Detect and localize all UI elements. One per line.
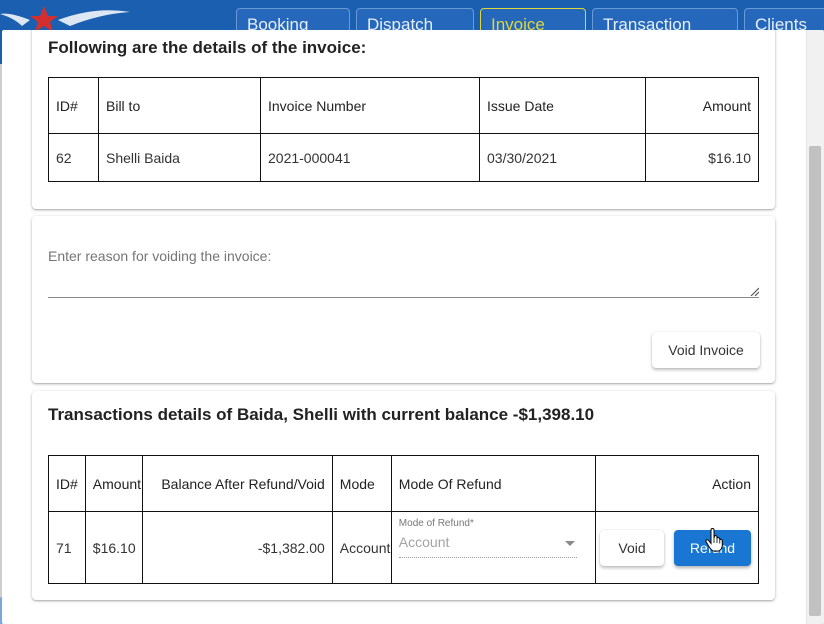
table-header-row: ID# Amount Balance After Refund/Void Mod…: [48, 455, 760, 512]
scrollbar[interactable]: [806, 30, 824, 624]
cell-bill-to: Shelli Baida: [98, 133, 261, 182]
transactions-card: Transactions details of Baida, Shelli wi…: [32, 391, 775, 600]
mode-of-refund-select[interactable]: Mode of Refund* Account: [390, 511, 596, 584]
scrollbar-thumb[interactable]: [809, 146, 821, 616]
column-header-balance-after: Balance After Refund/Void: [141, 455, 333, 512]
void-reason-card: Enter reason for voiding the invoice: Vo…: [32, 216, 775, 383]
invoice-details-card: Following are the details of the invoice…: [32, 30, 775, 209]
cell-id: 71: [48, 511, 86, 584]
cell-amount: $16.10: [645, 133, 759, 182]
column-header-issue-date: Issue Date: [479, 77, 646, 134]
table-header-row: ID# Bill to Invoice Number Issue Date Am…: [48, 77, 759, 134]
invoice-table: ID# Bill to Invoice Number Issue Date Am…: [48, 77, 759, 182]
void-invoice-button[interactable]: Void Invoice: [652, 332, 760, 368]
invoice-details-heading: Following are the details of the invoice…: [48, 38, 367, 57]
column-header-bill-to: Bill to: [98, 77, 261, 134]
select-underline: [398, 557, 577, 558]
column-header-amount: Amount: [645, 77, 759, 134]
column-header-mode: Mode: [331, 455, 392, 512]
input-underline: [48, 297, 759, 298]
table-row: 62 Shelli Baida 2021-000041 03/30/2021 $…: [48, 133, 759, 182]
void-button[interactable]: Void: [600, 530, 664, 566]
cell-issue-date: 03/30/2021: [479, 133, 646, 182]
column-header-invoice-number: Invoice Number: [260, 77, 480, 134]
cell-id: 62: [48, 133, 99, 182]
resize-grip-icon[interactable]: [749, 286, 759, 296]
cell-amount: $16.10: [84, 511, 143, 584]
cell-mode: Account: [331, 511, 392, 584]
column-header-action: Action: [594, 455, 760, 512]
select-value: Account: [398, 534, 450, 550]
cell-invoice-number: 2021-000041: [260, 133, 480, 182]
column-header-mode-of-refund: Mode Of Refund: [390, 455, 596, 512]
column-header-id: ID#: [48, 455, 86, 512]
column-header-id: ID#: [48, 77, 99, 134]
chevron-down-icon[interactable]: [564, 541, 575, 546]
hand-cursor-icon: [705, 528, 723, 552]
cell-balance-after: -$1,382.00: [141, 511, 333, 584]
select-label: Mode of Refund*: [398, 518, 474, 529]
void-reason-input[interactable]: Enter reason for voiding the invoice:: [48, 248, 271, 264]
column-header-amount: Amount: [84, 455, 143, 512]
void-invoice-dialog: Following are the details of the invoice…: [2, 30, 824, 624]
transactions-heading: Transactions details of Baida, Shelli wi…: [48, 405, 595, 424]
